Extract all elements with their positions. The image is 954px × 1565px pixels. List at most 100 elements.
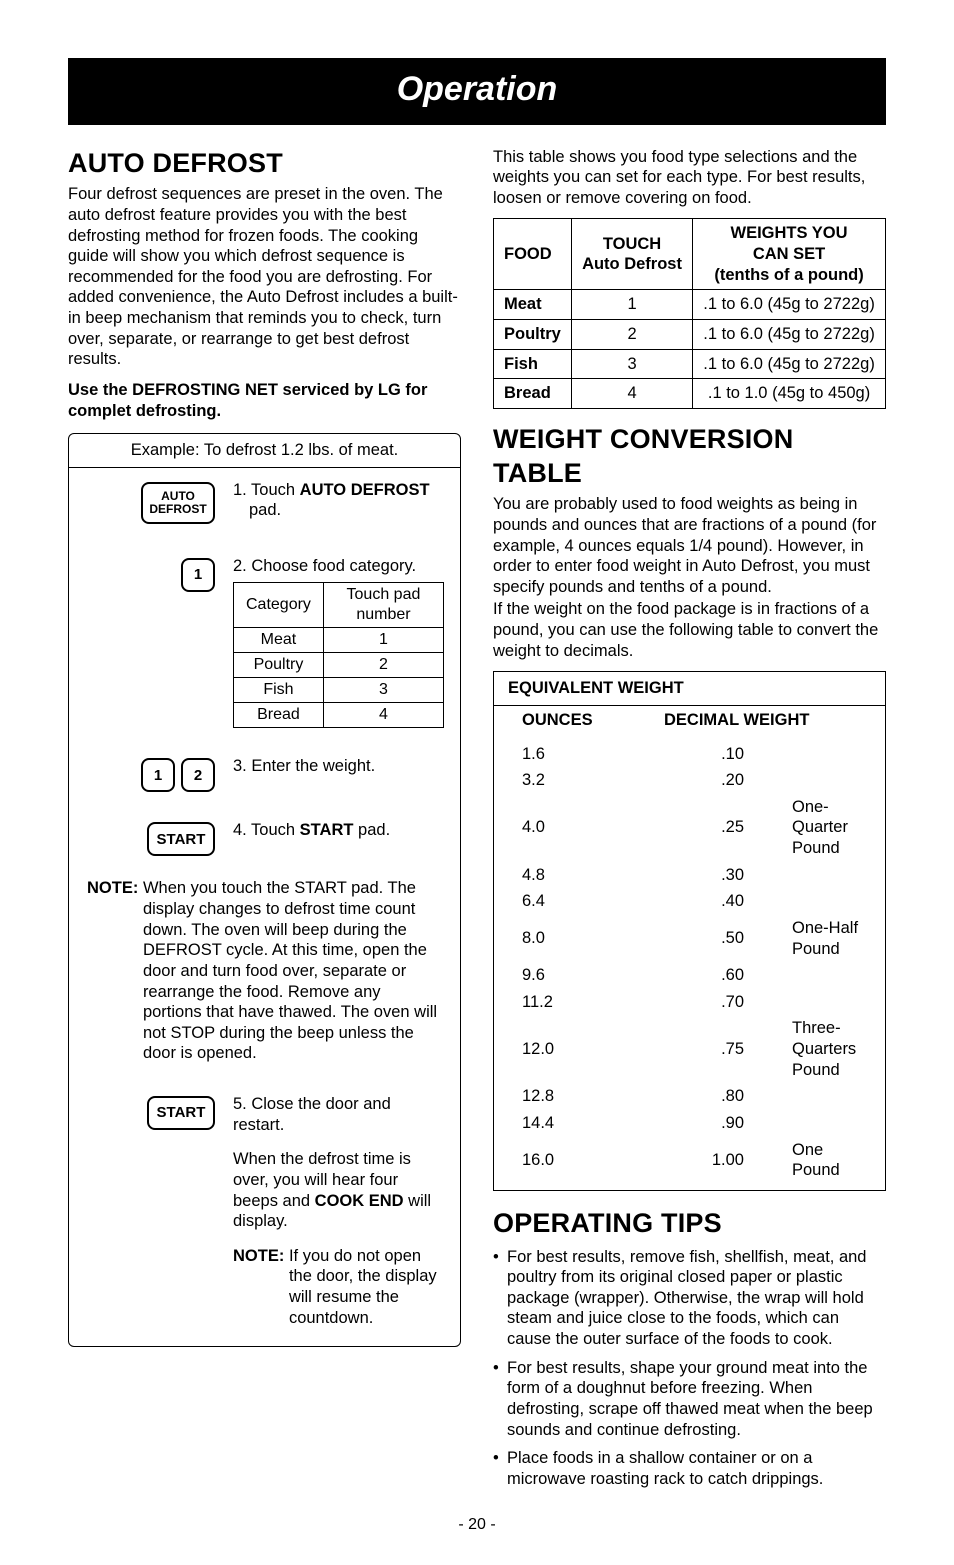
operating-tips-list: •For best results, remove fish, shellfis…: [493, 1247, 886, 1490]
example-step-4: START 4. Touch START pad.: [69, 792, 460, 856]
auto-defrost-button: AUTO DEFROST: [141, 482, 215, 524]
table-row: 12.0.75Three-Quarters Pound: [494, 1015, 885, 1083]
eq-cell: [764, 989, 885, 1016]
eq-cell: One Pound: [764, 1137, 885, 1184]
eq-cell: 16.0: [494, 1137, 636, 1184]
right-column: This table shows you food type selection…: [493, 147, 886, 1498]
step4-pre: 4. Touch: [233, 821, 300, 839]
food-cell: .1 to 6.0 (45g to 2722g): [693, 349, 886, 379]
cat-cell: 1: [323, 628, 443, 653]
note-label: NOTE:: [87, 879, 138, 897]
eq-cell: .10: [636, 741, 764, 768]
step5-para: When the defrost time is over, you will …: [233, 1149, 444, 1232]
step2-text: 2. Choose food category.: [233, 556, 444, 577]
food-cell: .1 to 1.0 (45g to 450g): [693, 379, 886, 409]
cat-cell: Fish: [234, 678, 324, 703]
note-body: When you touch the START pad. The displa…: [143, 878, 442, 1064]
example-step-5: START 5. Close the door and restart. Whe…: [69, 1064, 460, 1328]
eq-cell: .25: [636, 794, 764, 862]
table-row: Fish3: [234, 678, 444, 703]
example-box: Example: To defrost 1.2 lbs. of meat. AU…: [68, 433, 461, 1347]
step1-text: 1. Touch AUTO DEFROST: [233, 480, 444, 501]
table-row: 6.4.40: [494, 888, 885, 915]
eq-cell: One-Quarter Pound: [764, 794, 885, 862]
eq-cell: .90: [636, 1110, 764, 1137]
example-step-2: 1 2. Choose food category. Category Touc…: [69, 524, 460, 729]
equivalent-weight-table: OUNCES DECIMAL WEIGHT 1.6.10 3.2.20 4.0.…: [494, 706, 885, 1184]
table-row: 16.01.00One Pound: [494, 1137, 885, 1184]
step5-note: NOTE: If you do not open the door, the d…: [233, 1246, 444, 1329]
food-cell: 2: [571, 319, 692, 349]
table-row: 11.2.70: [494, 989, 885, 1016]
cat-cell: 4: [323, 703, 443, 728]
table-row: 12.8.80: [494, 1083, 885, 1110]
step4-bold: START: [300, 821, 354, 839]
eq-cell: .50: [636, 915, 764, 962]
cat-cell: 3: [323, 678, 443, 703]
food-cell: .1 to 6.0 (45g to 2722g): [693, 319, 886, 349]
food-cell: .1 to 6.0 (45g to 2722g): [693, 290, 886, 320]
bullet-icon: •: [493, 1448, 507, 1489]
eq-cell: .80: [636, 1083, 764, 1110]
auto-defrost-button-l1: AUTO: [161, 490, 195, 503]
left-column: AUTO DEFROST Four defrost sequences are …: [68, 147, 461, 1498]
table-row: Fish3.1 to 6.0 (45g to 2722g): [494, 349, 886, 379]
step5-note-label: NOTE:: [233, 1247, 284, 1265]
table-row: 4.0.25One-Quarter Pound: [494, 794, 885, 862]
eq-th-decimal: DECIMAL WEIGHT: [636, 706, 885, 741]
eq-cell: 12.0: [494, 1015, 636, 1083]
table-row: Meat1.1 to 6.0 (45g to 2722g): [494, 290, 886, 320]
table-row: 3.2.20: [494, 767, 885, 794]
example-note: NOTE: When you touch the START pad. The …: [69, 856, 460, 1064]
eq-cell: 1.00: [636, 1137, 764, 1184]
eq-cell: 6.4: [494, 888, 636, 915]
eq-cell: 3.2: [494, 767, 636, 794]
eq-cell: .40: [636, 888, 764, 915]
table-row: Meat1: [234, 628, 444, 653]
keypad-1-button: 1: [181, 558, 215, 592]
cat-cell: Poultry: [234, 653, 324, 678]
operating-tips-heading: OPERATING TIPS: [493, 1207, 886, 1241]
eq-cell: 11.2: [494, 989, 636, 1016]
step1-post: pad.: [233, 500, 444, 521]
food-th-w-l1: WEIGHTS YOU: [703, 223, 875, 244]
eq-cell: [764, 767, 885, 794]
table-row: Bread4: [234, 703, 444, 728]
eq-cell: .20: [636, 767, 764, 794]
eq-cell: [764, 862, 885, 889]
eq-cell: .70: [636, 989, 764, 1016]
eq-cell: [764, 741, 885, 768]
eq-cell: 14.4: [494, 1110, 636, 1137]
step4-text: 4. Touch START pad.: [215, 820, 444, 841]
food-cell: 4: [571, 379, 692, 409]
food-th-w-l2: CAN SET: [703, 244, 875, 265]
two-column-layout: AUTO DEFROST Four defrost sequences are …: [68, 147, 886, 1498]
step5-para-bold: COOK END: [315, 1192, 404, 1210]
food-th-weights: WEIGHTS YOU CAN SET (tenths of a pound): [693, 219, 886, 290]
tip-text: For best results, shape your ground meat…: [507, 1358, 886, 1441]
food-cell: 3: [571, 349, 692, 379]
keypad-2-button: 2: [181, 758, 215, 792]
example-step-3: 1 2 3. Enter the weight.: [69, 728, 460, 792]
food-type-table: FOOD TOUCH Auto Defrost WEIGHTS YOU CAN …: [493, 218, 886, 408]
list-item: •Place foods in a shallow container or o…: [493, 1448, 886, 1489]
eq-cell: One-Half Pound: [764, 915, 885, 962]
wct-para-1: You are probably used to food weights as…: [493, 494, 886, 597]
eq-cell: 4.0: [494, 794, 636, 862]
list-item: •For best results, remove fish, shellfis…: [493, 1247, 886, 1350]
table-row: 1.6.10: [494, 741, 885, 768]
food-cell: Poultry: [494, 319, 572, 349]
eq-cell: 9.6: [494, 962, 636, 989]
step1-pre: 1. Touch: [233, 481, 300, 499]
table-row: Poultry2.1 to 6.0 (45g to 2722g): [494, 319, 886, 349]
eq-cell: [764, 1083, 885, 1110]
bullet-icon: •: [493, 1247, 507, 1350]
step5-text: 5. Close the door and restart.: [233, 1094, 444, 1135]
wct-para-2: If the weight on the food package is in …: [493, 599, 886, 661]
example-title: Example: To defrost 1.2 lbs. of meat.: [69, 434, 460, 468]
cat-cell: 2: [323, 653, 443, 678]
step4-post: pad.: [353, 821, 390, 839]
auto-defrost-intro: Four defrost sequences are preset in the…: [68, 184, 461, 370]
food-th-touch-l1: TOUCH: [582, 234, 682, 255]
cat-head-touchpad: Touch pad number: [323, 583, 443, 628]
